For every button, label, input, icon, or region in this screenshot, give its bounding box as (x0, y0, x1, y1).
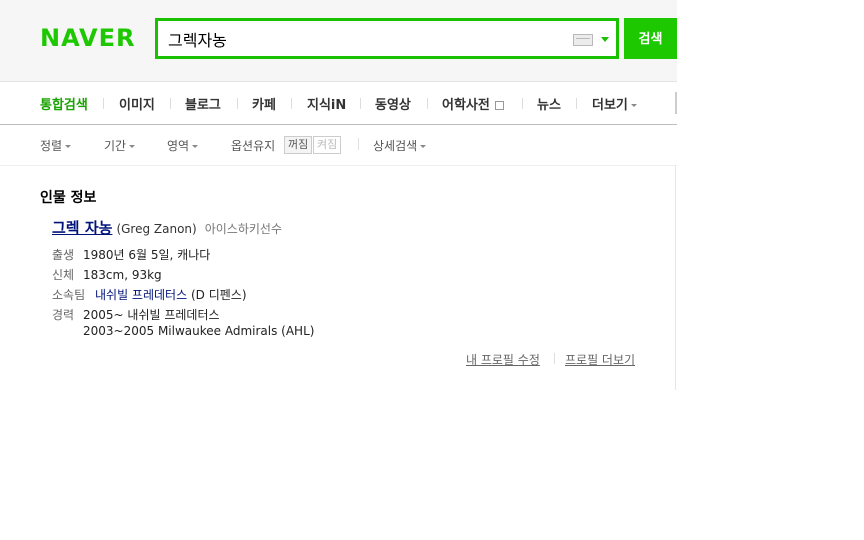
chevron-down-icon (192, 145, 199, 148)
divider (576, 98, 577, 109)
sort-label: 정렬 (40, 139, 63, 153)
chevron-down-icon (129, 145, 136, 148)
info-row-team: 소속팀 내쉬빌 프레데터스 (D 디펜스) (52, 286, 247, 303)
team-position: (D 디펜스) (190, 288, 247, 302)
keep-option-on[interactable]: 켜짐 (313, 136, 342, 154)
info-row-career-2: 2003~2005 Milwaukee Admirals (AHL) (83, 324, 314, 338)
body-label: 신체 (52, 268, 75, 282)
career-item: 2003~2005 Milwaukee Admirals (AHL) (83, 324, 315, 338)
search-input[interactable] (168, 21, 558, 56)
tab-blog[interactable]: 블로그 (185, 94, 221, 113)
header: NAVER 검색 (0, 0, 677, 81)
tab-dictionary-label: 어학사전 (442, 98, 490, 113)
career-item: 2005~ 내쉬빌 프레데터스 (83, 308, 220, 322)
naver-logo[interactable]: NAVER (40, 24, 135, 52)
career-label: 경력 (52, 308, 75, 322)
chevron-down-icon (630, 104, 637, 107)
divider (291, 98, 292, 109)
divider (522, 98, 523, 109)
tab-all[interactable]: 통합검색 (40, 94, 88, 113)
divider (170, 98, 171, 109)
sort-dropdown[interactable]: 정렬 (40, 137, 72, 154)
keep-option-off[interactable]: 꺼짐 (284, 136, 313, 154)
autocomplete-toggle-icon[interactable] (601, 37, 609, 42)
search-box (155, 18, 619, 59)
period-label: 기간 (104, 139, 127, 153)
area-dropdown[interactable]: 영역 (167, 137, 199, 154)
period-dropdown[interactable]: 기간 (104, 137, 136, 154)
detail-search-label: 상세검색 (373, 139, 418, 153)
body-value: 183cm, 93kg (83, 268, 162, 282)
team-label: 소속팀 (52, 288, 86, 302)
birth-value: 1980년 6월 5일, 캐나다 (83, 248, 211, 262)
detail-search-dropdown[interactable]: 상세검색 (373, 137, 427, 154)
tab-bar: 통합검색 이미지 블로그 카페 지식iN 동영상 어학사전 뉴스 더보기 (0, 81, 677, 125)
chevron-down-icon (65, 145, 72, 148)
external-link-icon (494, 101, 504, 110)
divider (237, 98, 238, 109)
keyboard-icon[interactable] (573, 34, 593, 46)
tab-more-label: 더보기 (592, 98, 628, 113)
divider (675, 165, 676, 390)
divider (358, 138, 359, 150)
divider (554, 353, 555, 364)
person-english-name: (Greg Zanon) (116, 222, 197, 236)
search-button[interactable]: 검색 (624, 18, 677, 59)
person-name-link[interactable]: 그렉 자농 (52, 219, 112, 237)
team-link[interactable]: 내쉬빌 프레데터스 (95, 288, 187, 302)
divider (103, 98, 104, 109)
tab-video[interactable]: 동영상 (375, 94, 411, 113)
info-row-career: 경력 2005~ 내쉬빌 프레데터스 (52, 306, 220, 323)
chevron-down-icon (420, 145, 427, 148)
section-title: 인물 정보 (40, 190, 97, 206)
keep-option-label: 옵션유지 (231, 139, 276, 153)
edit-profile-link[interactable]: 내 프로필 수정 (466, 351, 540, 368)
tab-cafe[interactable]: 카페 (252, 94, 276, 113)
tab-news[interactable]: 뉴스 (537, 94, 561, 113)
info-row-body: 신체 183cm, 93kg (52, 266, 162, 283)
search-options-bar: 정렬 기간 영역 옵션유지 꺼짐 켜짐 상세검색 (0, 124, 677, 166)
tab-more[interactable]: 더보기 (592, 94, 637, 113)
tab-kin[interactable]: 지식iN (307, 94, 346, 113)
birth-label: 출생 (52, 248, 75, 262)
divider (427, 98, 428, 109)
tab-dictionary[interactable]: 어학사전 (442, 94, 504, 113)
info-row-birth: 출생 1980년 6월 5일, 캐나다 (52, 246, 210, 263)
area-label: 영역 (167, 139, 190, 153)
tab-images[interactable]: 이미지 (119, 94, 155, 113)
person-occupation: 아이스하키선수 (204, 222, 282, 236)
person-header: 그렉 자농 (Greg Zanon) 아이스하키선수 (52, 217, 282, 238)
divider (675, 92, 677, 114)
more-profile-link[interactable]: 프로필 더보기 (565, 351, 635, 368)
divider (360, 98, 361, 109)
